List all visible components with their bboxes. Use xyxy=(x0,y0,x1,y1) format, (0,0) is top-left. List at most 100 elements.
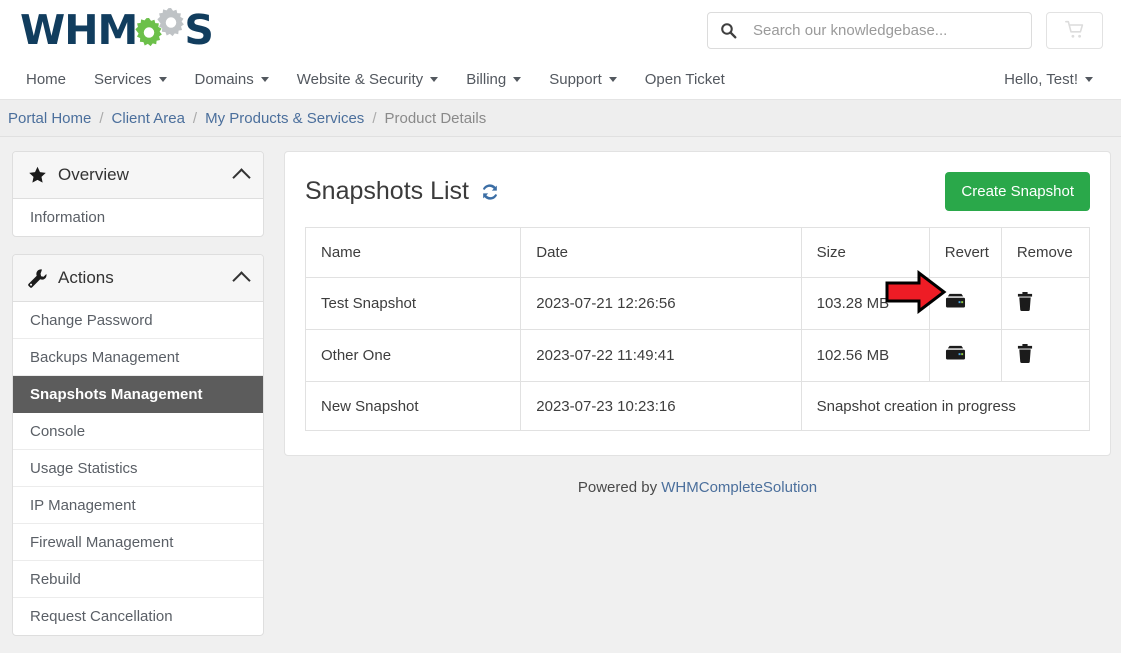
sidebar-item-label: Usage Statistics xyxy=(30,460,138,477)
sidebar-item-ip-management[interactable]: IP Management xyxy=(13,487,263,524)
chevron-down-icon xyxy=(513,77,521,82)
sidebar: Overview Information Actions Change Pass… xyxy=(12,151,264,653)
nav-item-services[interactable]: Services xyxy=(80,71,181,88)
sidebar-panel-title: Overview xyxy=(58,165,129,185)
hard-drive-icon[interactable] xyxy=(945,293,966,310)
sidebar-item-usage-statistics[interactable]: Usage Statistics xyxy=(13,450,263,487)
breadcrumb-item-portal-home[interactable]: Portal Home xyxy=(8,110,91,127)
create-snapshot-button[interactable]: Create Snapshot xyxy=(945,172,1090,211)
breadcrumb-separator: / xyxy=(193,110,197,127)
snapshots-table-head: Name Date Size Revert Remove xyxy=(306,228,1090,278)
shopping-cart-icon xyxy=(1065,20,1085,40)
sidebar-item-firewall-management[interactable]: Firewall Management xyxy=(13,524,263,561)
nav-item-label: Billing xyxy=(466,71,506,88)
sidebar-panel-actions: Actions Change Password Backups Manageme… xyxy=(12,254,264,636)
powered-prefix: Powered by xyxy=(578,479,661,496)
sidebar-item-request-cancellation[interactable]: Request Cancellation xyxy=(13,598,263,635)
sidebar-item-label: Request Cancellation xyxy=(30,608,173,625)
wrench-icon xyxy=(28,269,47,288)
gear-green-icon xyxy=(134,18,164,48)
cell-snapshot-date: 2023-07-23 10:23:16 xyxy=(521,382,801,431)
header-right-group xyxy=(707,12,1103,49)
sidebar-item-snapshots-management[interactable]: Snapshots Management xyxy=(13,376,263,413)
cell-remove xyxy=(1001,278,1089,330)
refresh-icon[interactable] xyxy=(480,182,500,202)
site-header: WHM S xyxy=(0,0,1121,60)
sidebar-item-change-password[interactable]: Change Password xyxy=(13,302,263,339)
nav-item-label: Open Ticket xyxy=(645,71,725,88)
nav-item-label: Services xyxy=(94,71,152,88)
column-header-revert: Revert xyxy=(929,228,1001,278)
chevron-down-icon xyxy=(261,77,269,82)
whmcs-logo[interactable]: WHM S xyxy=(20,7,213,53)
nav-item-support[interactable]: Support xyxy=(535,71,631,88)
cell-snapshot-size: 102.56 MB xyxy=(801,330,929,382)
sidebar-panel-title: Actions xyxy=(58,268,114,288)
column-header-size: Size xyxy=(801,228,929,278)
breadcrumb-separator: / xyxy=(372,110,376,127)
cell-remove xyxy=(1001,330,1089,382)
nav-item-home[interactable]: Home xyxy=(18,71,80,88)
sidebar-item-label: Rebuild xyxy=(30,571,81,588)
table-header-row: Name Date Size Revert Remove xyxy=(306,228,1090,278)
page-title: Snapshots List xyxy=(305,177,469,206)
page-title-group: Snapshots List xyxy=(305,177,500,206)
nav-item-billing[interactable]: Billing xyxy=(452,71,535,88)
cell-snapshot-name: Other One xyxy=(306,330,521,382)
trash-icon[interactable] xyxy=(1017,344,1033,363)
logo-text-left: WHM xyxy=(20,10,137,51)
user-menu-label: Hello, Test! xyxy=(1004,71,1078,88)
whmcs-link[interactable]: WHMCompleteSolution xyxy=(661,479,817,496)
search-input[interactable] xyxy=(751,21,1019,40)
page-body: Overview Information Actions Change Pass… xyxy=(0,137,1121,653)
nav-item-label: Support xyxy=(549,71,602,88)
logo-text: WHM S xyxy=(20,8,213,52)
sidebar-item-console[interactable]: Console xyxy=(13,413,263,450)
nav-item-website-security[interactable]: Website & Security xyxy=(283,71,452,88)
main-content: Snapshots List Create Snapshot xyxy=(284,151,1111,496)
trash-icon[interactable] xyxy=(1017,292,1033,311)
cell-snapshot-name: Test Snapshot xyxy=(306,278,521,330)
main-navigation: Home Services Domains Website & Security… xyxy=(0,60,1121,100)
breadcrumb: Portal Home / Client Area / My Products … xyxy=(0,100,1121,137)
sidebar-item-label: Snapshots Management xyxy=(30,386,203,403)
chevron-down-icon xyxy=(430,77,438,82)
table-row: Other One 2023-07-22 11:49:41 102.56 MB xyxy=(306,330,1090,382)
sidebar-item-backups-management[interactable]: Backups Management xyxy=(13,339,263,376)
chevron-up-icon[interactable] xyxy=(232,168,250,186)
nav-item-list: Home Services Domains Website & Security… xyxy=(18,71,739,88)
sidebar-item-rebuild[interactable]: Rebuild xyxy=(13,561,263,598)
star-icon xyxy=(28,166,47,185)
sidebar-item-label: Firewall Management xyxy=(30,534,173,551)
sidebar-item-label: Change Password xyxy=(30,312,153,329)
nav-item-domains[interactable]: Domains xyxy=(181,71,283,88)
breadcrumb-item-product-details: Product Details xyxy=(384,110,486,127)
chevron-down-icon xyxy=(1085,77,1093,82)
sidebar-item-label: Information xyxy=(30,209,105,226)
nav-item-label: Website & Security xyxy=(297,71,423,88)
cell-snapshot-status: Snapshot creation in progress xyxy=(801,382,1089,431)
logo-gears-icon xyxy=(134,8,186,52)
sidebar-item-information[interactable]: Information xyxy=(13,199,263,236)
snapshots-table-body: Test Snapshot 2023-07-21 12:26:56 103.28… xyxy=(306,278,1090,431)
cell-snapshot-date: 2023-07-21 12:26:56 xyxy=(521,278,801,330)
sidebar-item-label: Console xyxy=(30,423,85,440)
chevron-down-icon xyxy=(159,77,167,82)
breadcrumb-item-client-area[interactable]: Client Area xyxy=(112,110,185,127)
cell-snapshot-name: New Snapshot xyxy=(306,382,521,431)
user-menu[interactable]: Hello, Test! xyxy=(1004,71,1103,88)
sidebar-item-label: Backups Management xyxy=(30,349,179,366)
sidebar-panel-header-actions[interactable]: Actions xyxy=(13,255,263,302)
snapshots-table: Name Date Size Revert Remove Test Snapsh… xyxy=(305,227,1090,431)
table-row: Test Snapshot 2023-07-21 12:26:56 103.28… xyxy=(306,278,1090,330)
hard-drive-icon[interactable] xyxy=(945,345,966,362)
chevron-up-icon[interactable] xyxy=(232,271,250,289)
nav-item-open-ticket[interactable]: Open Ticket xyxy=(631,71,739,88)
column-header-remove: Remove xyxy=(1001,228,1089,278)
knowledgebase-search[interactable] xyxy=(707,12,1032,49)
table-row: New Snapshot 2023-07-23 10:23:16 Snapsho… xyxy=(306,382,1090,431)
cart-button[interactable] xyxy=(1046,12,1103,49)
chevron-down-icon xyxy=(609,77,617,82)
breadcrumb-item-my-products-services[interactable]: My Products & Services xyxy=(205,110,364,127)
sidebar-panel-header-overview[interactable]: Overview xyxy=(13,152,263,199)
